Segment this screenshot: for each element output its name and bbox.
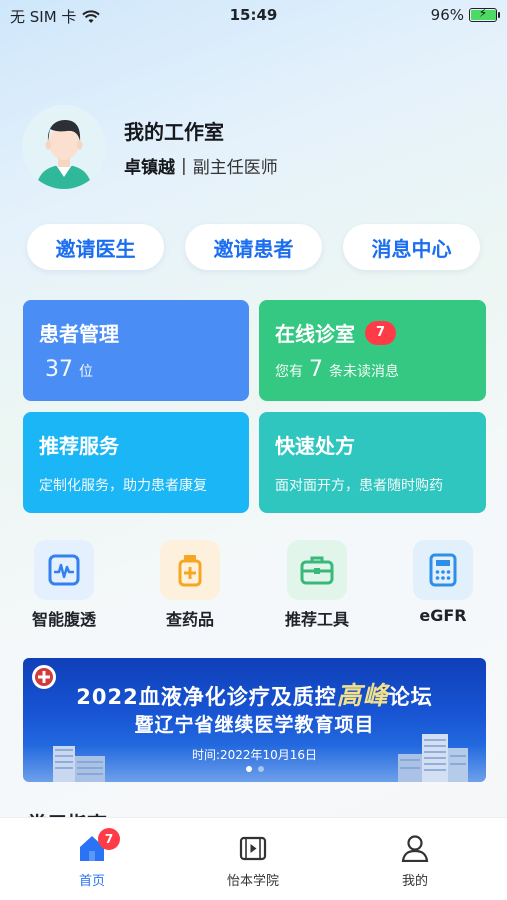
tab-profile[interactable]: 我的 [355,834,475,889]
name-divider: | [181,155,187,176]
recommended-services-card[interactable]: 推荐服务 定制化服务，助力患者康复 [23,412,249,513]
online-clinic-title: 在线诊室 [275,322,355,346]
tool-egfr-label: eGFR [419,606,467,625]
studio-title: 我的工作室 [124,120,224,144]
recommended-services-title: 推荐服务 [39,434,119,458]
profile-header[interactable]: 我的工作室 卓镇越 | 副主任医师 [22,105,278,189]
carousel-dot[interactable] [257,766,264,772]
toolbox-icon [287,540,347,600]
status-bar: 无 SIM 卡 15:49 96% ⚡ [0,0,507,32]
tool-egfr[interactable]: eGFR [393,540,493,625]
medicine-bottle-icon [160,540,220,600]
message-center-button[interactable]: 消息中心 [343,224,480,270]
unread-suffix: 条未读消息 [329,364,399,380]
battery-area: 96% ⚡ [430,6,500,24]
quick-prescription-title: 快速处方 [275,434,355,458]
banner-headline: 2022血液净化诊疗及质控高峰论坛 [23,676,486,712]
tab-academy-label: 怡本学院 [226,874,279,889]
patient-management-card[interactable]: 患者管理 37 位 [23,300,249,401]
tool-dialysis-label: 智能腹透 [31,610,96,629]
tool-dialysis[interactable]: 智能腹透 [14,540,114,630]
tool-toolkit-label: 推荐工具 [284,610,349,629]
carousel-dots[interactable] [23,766,486,772]
video-icon [239,836,267,861]
tool-toolkit[interactable]: 推荐工具 [267,540,367,630]
tab-home-label: 首页 [78,874,105,889]
quick-actions: 邀请医生 邀请患者 消息中心 [27,224,480,270]
unread-prefix: 您有 [275,364,303,380]
tool-medicine-label: 查药品 [165,610,214,629]
tab-profile-label: 我的 [401,874,428,889]
avatar[interactable] [22,105,106,189]
recommended-services-desc: 定制化服务，助力患者康复 [39,478,207,494]
quick-prescription-card[interactable]: 快速处方 面对面开方，患者随时购药 [259,412,486,513]
banner-subheadline: 暨辽宁省继续医学教育项目 [134,714,375,736]
carousel-dot[interactable] [245,766,252,772]
tab-home[interactable]: 7 首页 [32,828,152,889]
home-badge: 7 [98,828,120,850]
tab-academy[interactable]: 怡本学院 [193,834,313,889]
unread-badge: 7 [365,320,396,345]
calculator-icon [413,540,473,600]
quick-prescription-desc: 面对面开方，患者随时购药 [275,478,443,494]
online-clinic-card[interactable]: 在线诊室 7 您有 7 条未读消息 [259,300,486,401]
battery-icon: ⚡ [469,6,500,22]
doctor-role: 副主任医师 [192,158,278,178]
banner-date: 时间:2022年10月16日 [191,748,318,762]
dialysis-monitor-icon [34,540,94,600]
battery-percent: 96% [430,6,464,24]
patient-count-unit: 位 [79,364,93,380]
doctor-name: 卓镇越 [124,158,175,178]
banner-headline-a: 2022血液净化诊疗及质控 [76,685,337,709]
user-icon [401,835,429,863]
unread-count: 7 [309,357,323,382]
promo-banner[interactable]: 2022血液净化诊疗及质控高峰论坛 暨辽宁省继续医学教育项目 时间:2022年1… [23,658,486,782]
invite-patient-button[interactable]: 邀请患者 [185,224,322,270]
banner-headline-accent: 高峰 [336,681,389,710]
patient-count: 37 [45,357,73,382]
doctor-avatar-icon [22,105,106,189]
invite-doctor-button[interactable]: 邀请医生 [27,224,164,270]
bottom-tab-bar: 7 首页 怡本学院 我的 [0,817,507,900]
tool-medicine[interactable]: 查药品 [140,540,240,630]
banner-headline-c: 论坛 [388,685,433,709]
patient-management-title: 患者管理 [39,322,119,346]
